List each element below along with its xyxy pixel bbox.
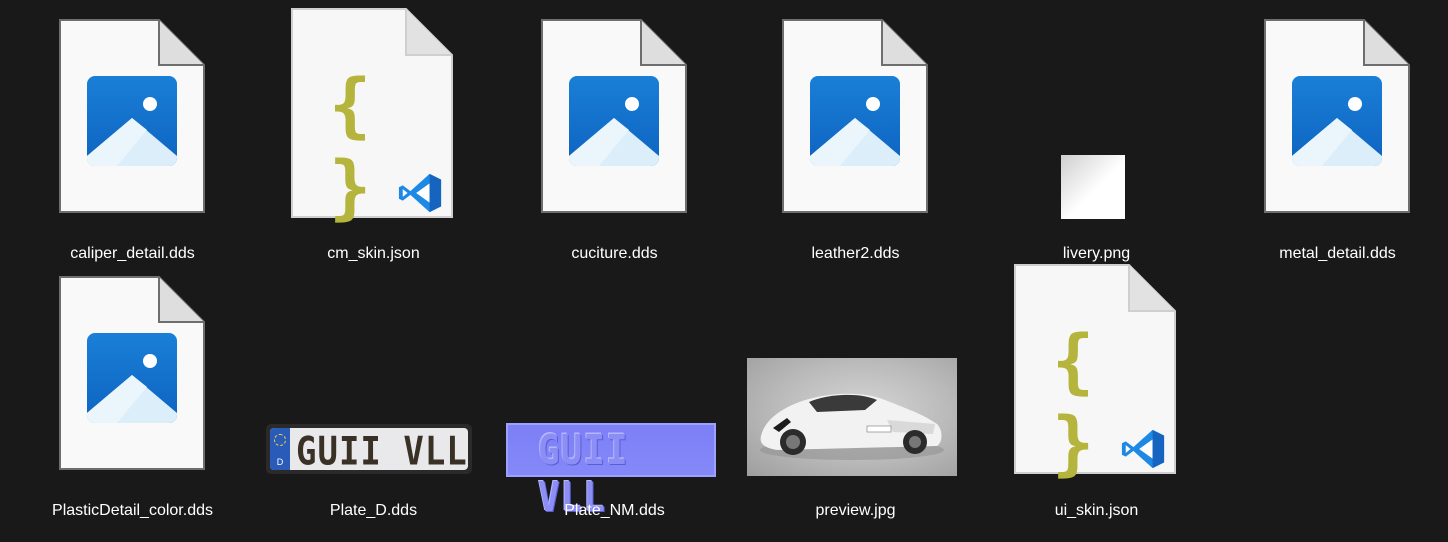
- file-thumbnail: [12, 270, 253, 494]
- file-thumbnail: [494, 14, 735, 238]
- image-file-icon: [1264, 19, 1410, 213]
- vscode-icon: [1120, 426, 1166, 472]
- file-name: cuciture.dds: [571, 245, 658, 262]
- file-thumbnail: [735, 270, 976, 494]
- file-name: cm_skin.json: [327, 245, 420, 262]
- image-file-icon: [59, 276, 205, 470]
- file-thumbnail: [735, 14, 976, 238]
- plate-text: GUII VLL: [296, 429, 468, 470]
- file-thumbnail: [12, 14, 253, 238]
- car-photo-thumbnail: [747, 358, 957, 476]
- file-name: metal_detail.dds: [1279, 245, 1396, 262]
- vscode-icon: [397, 170, 443, 216]
- file-name: PlasticDetail_color.dds: [52, 502, 213, 519]
- json-file-icon: { }: [291, 8, 453, 228]
- normal-map-thumbnail: GUII VLL: [506, 423, 716, 521]
- car-icon: [760, 393, 944, 460]
- file-name: caliper_detail.dds: [70, 245, 195, 262]
- file-name: Plate_D.dds: [329, 502, 418, 519]
- file-name: leather2.dds: [811, 245, 900, 262]
- image-file-icon: [541, 19, 687, 213]
- file-thumbnail: [1217, 14, 1448, 238]
- image-thumbnail: [1061, 155, 1125, 219]
- file-thumbnail: D GUII VLL: [253, 270, 494, 494]
- eu-flag-icon: D: [270, 428, 290, 470]
- file-name: ui_skin.json: [1054, 502, 1139, 519]
- file-thumbnail: { }: [976, 270, 1217, 494]
- image-file-icon: [782, 19, 928, 213]
- json-file-icon: { }: [1014, 264, 1176, 484]
- file-thumbnail: [976, 14, 1217, 238]
- file-thumbnail: { }: [253, 14, 494, 238]
- file-thumbnail: GUII VLL: [494, 270, 735, 521]
- plate-thumbnail: D GUII VLL: [266, 424, 472, 474]
- file-name: livery.png: [1062, 245, 1131, 262]
- file-grid: caliper_detail.dds { } cm_skin.json cuci…: [0, 0, 1448, 542]
- image-file-icon: [59, 19, 205, 213]
- file-name: Plate_NM.dds: [564, 502, 665, 519]
- file-name: preview.jpg: [815, 502, 896, 519]
